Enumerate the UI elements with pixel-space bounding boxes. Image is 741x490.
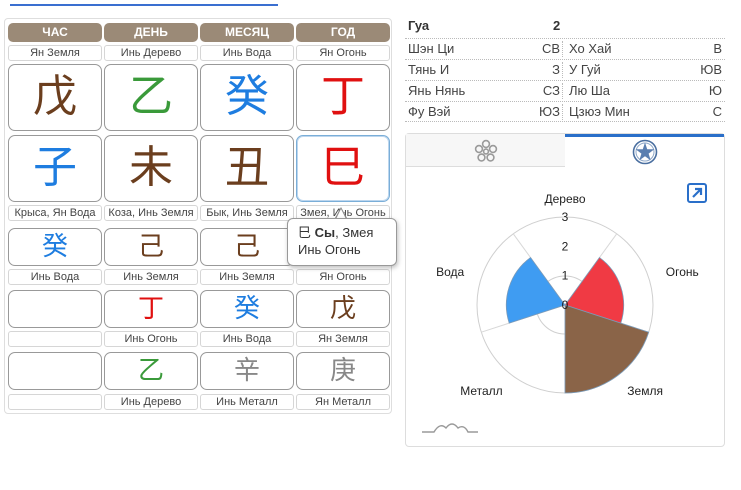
- bottom-text-fragment: [14, 483, 154, 490]
- star-row: Шэн Ци СВ Хо Хай В: [405, 38, 725, 59]
- star-row: Фу Вэй ЮЗ Цзюэ Мин С: [405, 101, 725, 122]
- category-label: Огонь: [666, 265, 699, 279]
- hidden-stem[interactable]: 癸: [8, 228, 102, 266]
- star-name: Хо Хай: [569, 41, 612, 56]
- flower-pentagon-icon: [474, 139, 497, 162]
- pillar-header: ДЕНЬ: [104, 23, 198, 42]
- gua-value: 2: [553, 18, 561, 33]
- star-name: Янь Нянь: [408, 83, 466, 98]
- hidden-stem-label: Инь Вода: [200, 331, 294, 347]
- tooltip-char: 巳: [298, 225, 312, 240]
- branch-label: Коза, Инь Земля: [104, 205, 198, 221]
- stem-label: Инь Дерево: [104, 45, 198, 61]
- star-direction: Ю: [708, 83, 722, 98]
- branch-label: Крыса, Ян Вода: [8, 205, 102, 221]
- category-label: Металл: [460, 384, 502, 398]
- gua-label: Гуа: [408, 18, 430, 33]
- r-tick-label: 1: [562, 269, 569, 283]
- hidden-stem[interactable]: [8, 352, 102, 390]
- hidden-stem-label: [8, 331, 102, 347]
- earthly-branch[interactable]: 丑: [200, 135, 294, 202]
- hidden-stem-label: Ян Земля: [296, 331, 390, 347]
- heavenly-stem[interactable]: 乙: [104, 64, 198, 131]
- pillar-header: ГОД: [296, 23, 390, 42]
- hidden-stem-label: Ян Металл: [296, 394, 390, 410]
- category-label: Земля: [627, 384, 663, 398]
- tab-elements-flower[interactable]: [406, 134, 565, 167]
- earthly-branch[interactable]: 巳: [296, 135, 390, 202]
- stem-label: Инь Вода: [200, 45, 294, 61]
- mountain-wave-icon: [422, 423, 478, 433]
- hidden-stem-label: Инь Земля: [200, 269, 294, 285]
- earthly-branch[interactable]: 子: [8, 135, 102, 202]
- star-direction: С: [712, 104, 722, 119]
- hidden-stem[interactable]: 己: [200, 228, 294, 266]
- tooltip-animal: , Змея: [335, 225, 374, 240]
- hidden-stem-label: Инь Металл: [200, 394, 294, 410]
- hidden-stem[interactable]: [8, 290, 102, 328]
- star-direction: ЮВ: [700, 62, 722, 77]
- four-pillars-panel: ЧАС Ян Земля 戊子 Крыса, Ян Вода 癸 Инь Вода ДЕН…: [4, 18, 392, 414]
- star-name: У Гуй: [569, 62, 601, 77]
- hidden-stem-label: Инь Земля: [104, 269, 198, 285]
- r-tick-label: 0: [562, 298, 569, 312]
- star-name: Лю Ша: [569, 83, 611, 98]
- hidden-stem-label: Инь Дерево: [104, 394, 198, 410]
- star-name: Фу Вэй: [408, 104, 451, 119]
- r-tick-label: 2: [562, 239, 569, 253]
- branch-label: Бык, Инь Земля: [200, 205, 294, 221]
- star-row: Тянь И З У Гуй ЮВ: [405, 59, 725, 80]
- category-label: Вода: [436, 265, 464, 279]
- heavenly-stem[interactable]: 戊: [8, 64, 102, 131]
- star-direction: З: [552, 62, 560, 77]
- heavenly-stem[interactable]: 癸: [200, 64, 294, 131]
- pillar-header: МЕСЯЦ: [200, 23, 294, 42]
- hidden-stem[interactable]: 丁: [104, 290, 198, 328]
- stars-table: Шэн Ци СВ Хо Хай В Тянь И З У Гуй ЮВ Янь…: [405, 38, 725, 122]
- pillar-header: ЧАС: [8, 23, 102, 42]
- compass-star-icon: [632, 139, 657, 165]
- hidden-stem-label: [8, 394, 102, 410]
- elements-chart-panel: 0 1 2 3 Дерево Огонь Земля Металл Вода: [405, 133, 725, 447]
- star-name: Тянь И: [408, 62, 450, 77]
- tooltip-element: Инь Огонь: [298, 242, 361, 257]
- tab-elements-radar[interactable]: [565, 134, 724, 167]
- star-direction: ЮЗ: [539, 104, 560, 119]
- hidden-stem[interactable]: 戊: [296, 290, 390, 328]
- stem-label: Ян Огонь: [296, 45, 390, 61]
- hidden-stem[interactable]: 庚: [296, 352, 390, 390]
- star-row: Янь Нянь СЗ Лю Ша Ю: [405, 80, 725, 101]
- r-tick-label: 3: [562, 210, 569, 224]
- category-label: Дерево: [544, 192, 585, 206]
- top-link-fragment[interactable]: [10, 0, 278, 6]
- branch-tooltip: 巳 Сы, Змея Инь Огонь: [287, 218, 397, 266]
- star-direction: СВ: [541, 41, 560, 56]
- tooltip-name: Сы: [314, 225, 336, 240]
- gua-row: Гуа 2: [405, 16, 725, 38]
- hidden-stem[interactable]: 癸: [200, 290, 294, 328]
- star-direction: СЗ: [542, 83, 560, 98]
- star-direction: В: [713, 41, 722, 56]
- star-name: Шэн Ци: [408, 41, 455, 56]
- hidden-stem-label: Инь Вода: [8, 269, 102, 285]
- elements-polar-chart: 0 1 2 3 Дерево Огонь Земля Металл Вода: [436, 192, 699, 398]
- hidden-stem[interactable]: 乙: [104, 352, 198, 390]
- earthly-branch[interactable]: 未: [104, 135, 198, 202]
- hidden-stem[interactable]: 辛: [200, 352, 294, 390]
- stem-label: Ян Земля: [8, 45, 102, 61]
- hidden-stem-label: Инь Огонь: [104, 331, 198, 347]
- hidden-stem[interactable]: 己: [104, 228, 198, 266]
- chart-tabs: [406, 134, 724, 167]
- heavenly-stem[interactable]: 丁: [296, 64, 390, 131]
- star-name: Цзюэ Мин: [569, 104, 630, 119]
- hidden-stem-label: Ян Огонь: [296, 269, 390, 285]
